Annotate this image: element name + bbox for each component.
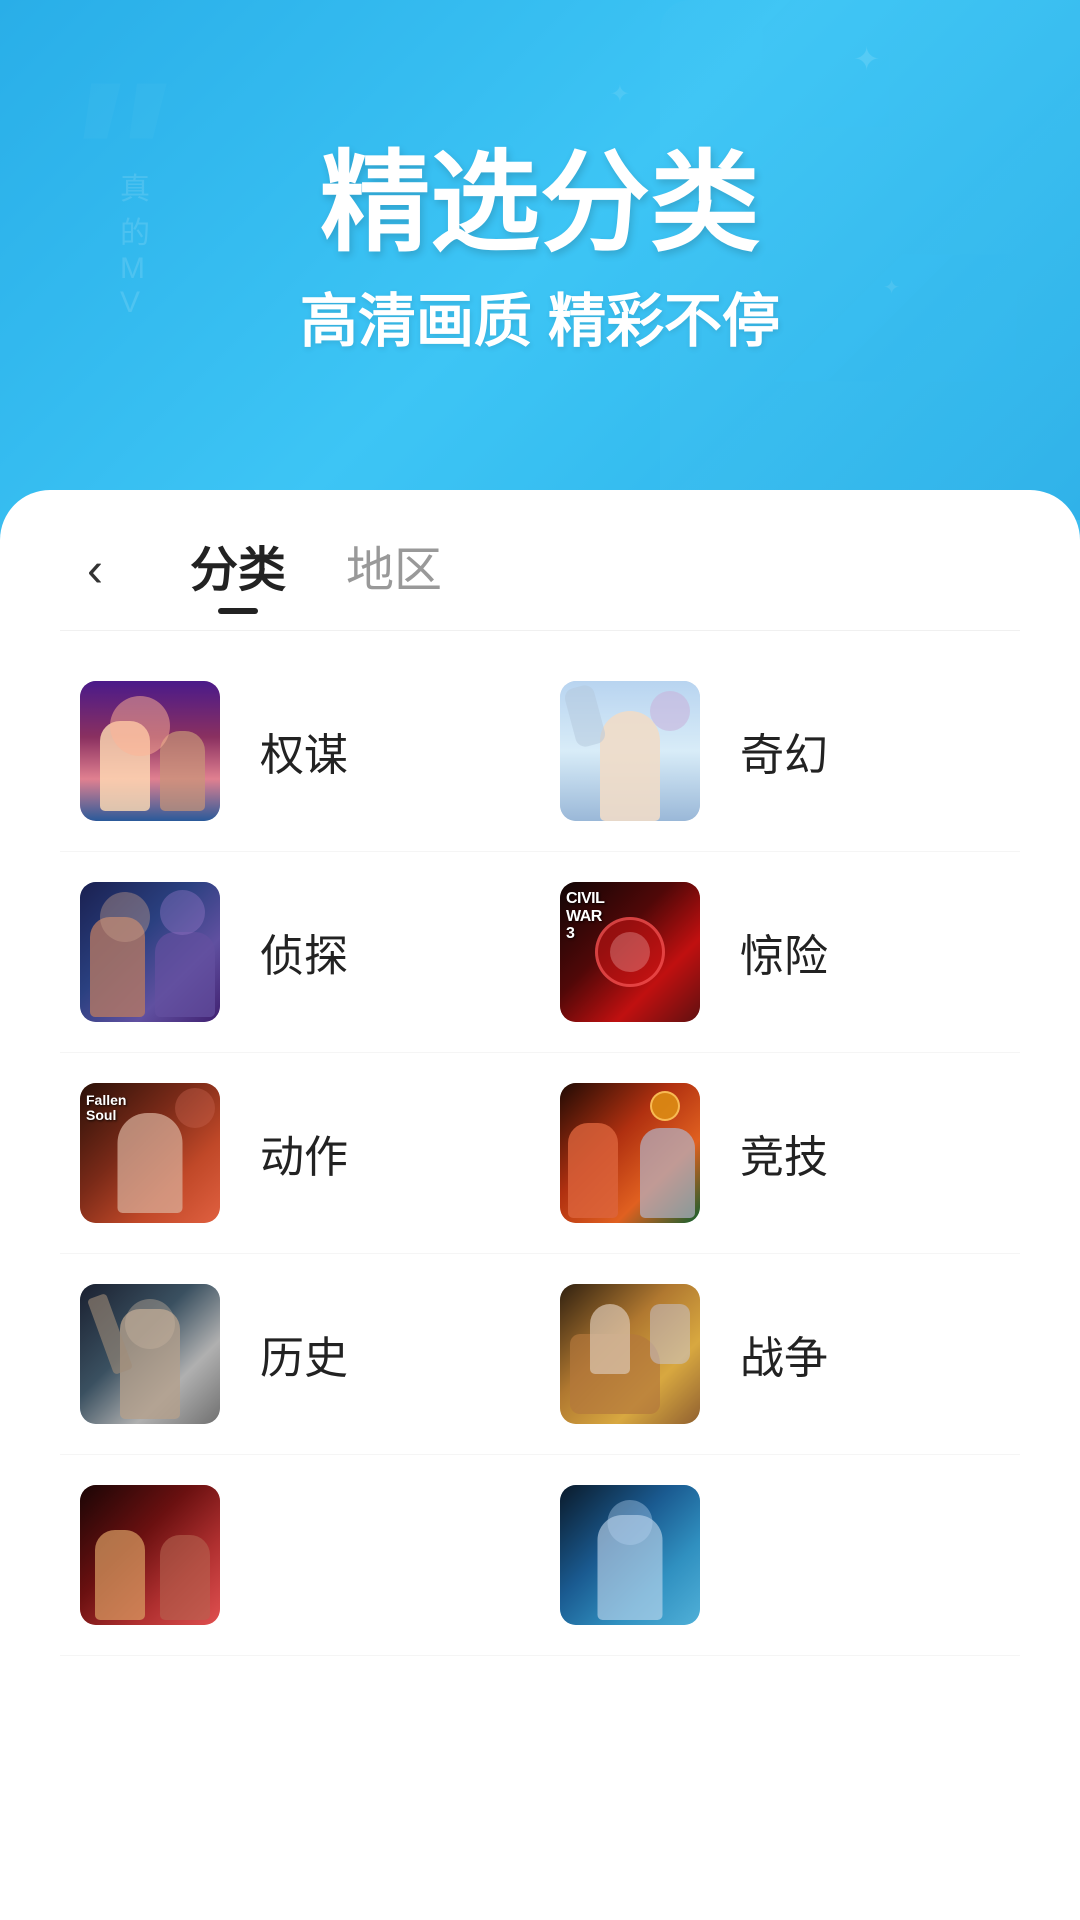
tab-region[interactable]: 地区 (346, 530, 442, 610)
category-thumb-jingxian: CIVILWAR3 (560, 882, 700, 1022)
category-item-lishi[interactable]: 历史 (60, 1254, 540, 1454)
category-name-quanmou: 权谋 (260, 719, 348, 783)
category-name-jingji: 竞技 (740, 1121, 828, 1185)
back-icon: ‹ (87, 543, 103, 598)
category-thumb-jingji (560, 1083, 700, 1223)
category-thumb-qihuan (560, 681, 700, 821)
category-thumb-bottom-right (560, 1485, 700, 1625)
category-row-4: 历史 战争 (60, 1254, 1020, 1455)
category-row-3: FallenSoul 动作 竞技 (60, 1053, 1020, 1254)
category-grid: 权谋 奇幻 (0, 631, 1080, 1676)
bg-text-de: 的 (120, 208, 150, 252)
category-thumb-zhentan (80, 882, 220, 1022)
category-row-5 (60, 1455, 1020, 1656)
category-thumb-dongzuo: FallenSoul (80, 1083, 220, 1223)
content-card: ‹ 分类 地区 权谋 (0, 490, 1080, 1920)
hero-title: 精选分类 高清画质 精彩不停 (300, 143, 780, 358)
category-item-qihuan[interactable]: 奇幻 (540, 651, 1020, 851)
category-item-jingxian[interactable]: CIVILWAR3 惊险 (540, 852, 1020, 1052)
category-row-2: 侦探 CIVILWAR3 惊险 (60, 852, 1020, 1053)
category-thumb-zhanzhan (560, 1284, 700, 1424)
category-item-jingji[interactable]: 竞技 (540, 1053, 1020, 1253)
category-name-qihuan: 奇幻 (740, 719, 828, 783)
hero-title-sub: 高清画质 精彩不停 (300, 274, 780, 358)
tab-category[interactable]: 分类 (190, 530, 286, 610)
bg-text-zhen: 真 (120, 164, 150, 208)
category-name-dongzuo: 动作 (260, 1121, 348, 1185)
bg-text-M: M (120, 252, 150, 286)
category-item-quanmou[interactable]: 权谋 (60, 651, 540, 851)
category-row-1: 权谋 奇幻 (60, 651, 1020, 852)
category-name-zhanzhan: 战争 (740, 1322, 828, 1386)
category-thumb-lishi (80, 1284, 220, 1424)
category-item-bottom-left[interactable] (60, 1455, 540, 1655)
category-item-bottom-right[interactable] (540, 1455, 1020, 1655)
hero-section: " 真 的 M V ✦ ✦ ✦ 精选分类 高清画质 精彩不停 (0, 0, 1080, 520)
category-item-zhentan[interactable]: 侦探 (60, 852, 540, 1052)
hero-title-main: 精选分类 (300, 143, 780, 264)
fallensoul-text: FallenSoul (86, 1093, 126, 1124)
bg-text-V: V (120, 286, 150, 320)
tabs: 分类 地区 (190, 530, 442, 610)
category-name-jingxian: 惊险 (740, 920, 828, 984)
category-name-lishi: 历史 (260, 1322, 348, 1386)
category-item-dongzuo[interactable]: FallenSoul 动作 (60, 1053, 540, 1253)
category-thumb-quanmou (80, 681, 220, 821)
category-thumb-bottom-left (80, 1485, 220, 1625)
category-item-zhanzhan[interactable]: 战争 (540, 1254, 1020, 1454)
category-name-zhentan: 侦探 (260, 920, 348, 984)
back-button[interactable]: ‹ (60, 535, 130, 605)
tab-bar: ‹ 分类 地区 (0, 490, 1080, 610)
